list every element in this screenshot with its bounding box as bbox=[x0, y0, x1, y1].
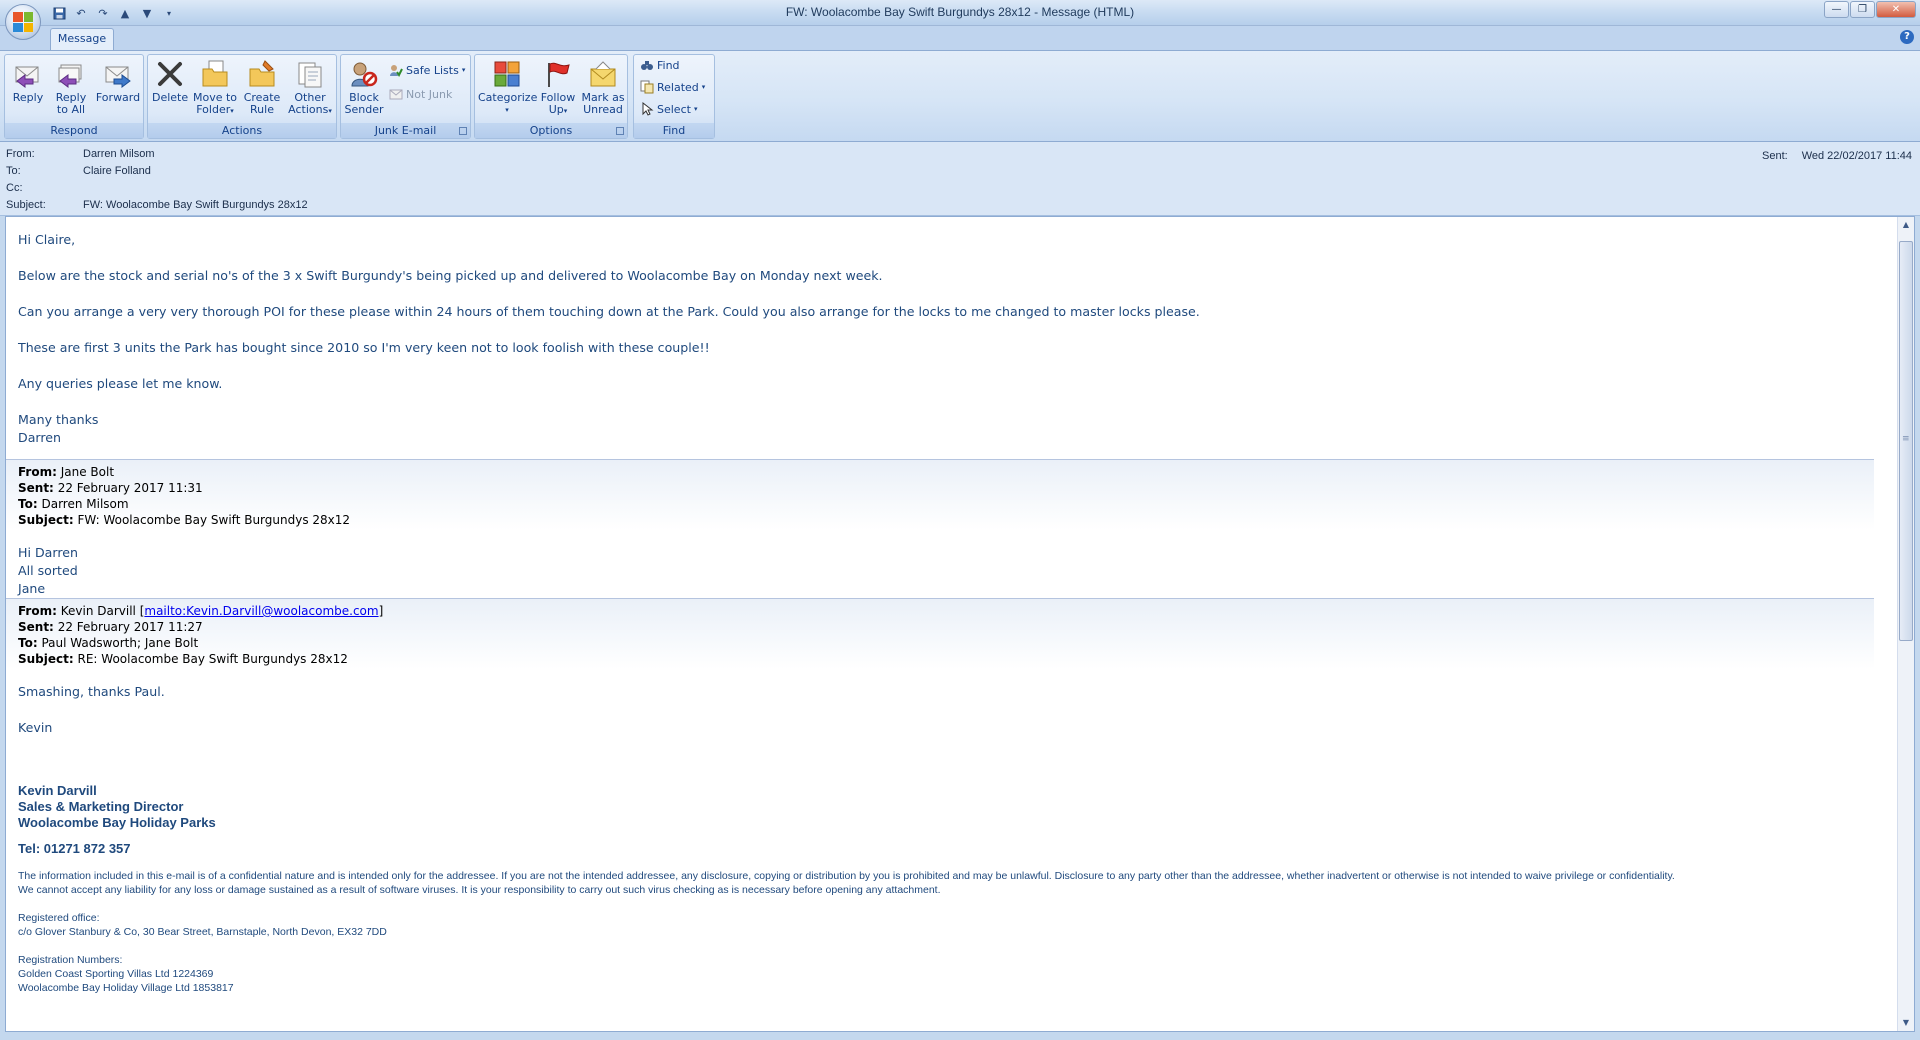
move-to-folder-button[interactable]: Move to Folder▾ bbox=[192, 58, 238, 117]
help-icon[interactable]: ? bbox=[1900, 30, 1914, 44]
title-bar: ↶ ↷ ▲ ▼ ▾ FW: Woolacombe Bay Swift Burgu… bbox=[0, 0, 1920, 26]
tab-message[interactable]: Message bbox=[50, 28, 114, 50]
vertical-scrollbar[interactable]: ▲ ▼ bbox=[1897, 217, 1914, 1031]
follow-up-button[interactable]: Follow Up▾ bbox=[537, 58, 579, 117]
group-respond: Reply Reply to All Forward Respond bbox=[4, 54, 144, 139]
group-junk-email-label: Junk E-mail bbox=[341, 123, 470, 138]
disclaimer: The information included in this e-mail … bbox=[18, 870, 1675, 994]
window-controls: — ❐ ✕ bbox=[1824, 1, 1916, 18]
signature-tel: Tel: 01271 872 357 bbox=[18, 841, 131, 856]
mark-as-unread-button[interactable]: Mark as Unread bbox=[581, 58, 625, 116]
quote2-line-2: Kevin bbox=[18, 720, 53, 735]
delete-icon bbox=[154, 58, 186, 90]
to-value[interactable]: Claire Folland bbox=[83, 165, 151, 177]
reply-all-icon bbox=[55, 58, 87, 90]
subject-value: FW: Woolacombe Bay Swift Burgundys 28x12 bbox=[83, 199, 308, 211]
reply-all-button[interactable]: Reply to All bbox=[51, 58, 91, 116]
signature-block: Kevin Darvill Sales & Marketing Director… bbox=[18, 783, 1878, 857]
minimize-icon[interactable]: — bbox=[1824, 1, 1849, 18]
safe-lists-button[interactable]: Safe Lists ▾ bbox=[389, 61, 465, 79]
group-actions: Delete Move to Folder▾ Create Rule Other… bbox=[147, 54, 337, 139]
window-title: FW: Woolacombe Bay Swift Burgundys 28x12… bbox=[785, 5, 1135, 19]
block-sender-icon bbox=[348, 58, 380, 90]
body-paragraph-3: These are first 3 units the Park has bou… bbox=[18, 340, 710, 355]
reply-button[interactable]: Reply bbox=[9, 58, 47, 104]
delete-button[interactable]: Delete bbox=[152, 58, 188, 104]
group-actions-label: Actions bbox=[148, 123, 336, 138]
quoted-header-2: From: Kevin Darvill [mailto:Kevin.Darvil… bbox=[6, 598, 1874, 669]
kevin-email-link[interactable]: mailto:Kevin.Darvill@woolacombe.com bbox=[144, 604, 378, 618]
categorize-icon bbox=[491, 58, 523, 90]
forward-icon bbox=[102, 58, 134, 90]
group-options: Categorize ▾ Follow Up▾ Mark as Unread O… bbox=[474, 54, 628, 139]
maximize-icon[interactable]: ❐ bbox=[1850, 1, 1875, 18]
reply-icon bbox=[12, 58, 44, 90]
sender-name: Darren bbox=[18, 430, 62, 445]
from-value[interactable]: Darren Milsom bbox=[83, 148, 155, 160]
mark-as-unread-icon bbox=[587, 58, 619, 90]
forward-button[interactable]: Forward bbox=[95, 58, 141, 104]
other-actions-icon bbox=[294, 58, 326, 90]
find-button[interactable]: Find bbox=[640, 56, 680, 74]
create-rule-icon bbox=[246, 58, 278, 90]
quote1-line-3: Jane bbox=[18, 581, 46, 596]
group-options-label: Options bbox=[475, 123, 627, 138]
group-find: Find Related ▾ Select ▾ Find bbox=[633, 54, 715, 139]
message-content: Hi Claire, Below are the stock and seria… bbox=[6, 231, 1878, 995]
other-actions-button[interactable]: Other Actions▾ bbox=[286, 58, 334, 117]
ribbon: Reply Reply to All Forward Respond Delet… bbox=[0, 50, 1920, 142]
office-button[interactable] bbox=[5, 4, 41, 40]
binoculars-icon bbox=[640, 58, 654, 72]
related-button[interactable]: Related ▾ bbox=[640, 78, 705, 96]
block-sender-button[interactable]: Block Sender bbox=[344, 58, 384, 116]
categorize-button[interactable]: Categorize ▾ bbox=[478, 58, 537, 116]
not-junk-icon bbox=[389, 87, 403, 101]
quote1-line-2: All sorted bbox=[18, 563, 78, 578]
follow-up-flag-icon bbox=[542, 58, 574, 90]
junk-email-dialog-launcher-icon[interactable] bbox=[459, 127, 467, 135]
sent-date: Sent: Wed 22/02/2017 11:44 bbox=[1762, 150, 1912, 162]
quoted-header-1: From: Jane Bolt Sent: 22 February 2017 1… bbox=[6, 459, 1874, 530]
message-header: From: Darren Milsom To: Claire Folland C… bbox=[0, 142, 1920, 216]
ribbon-tabs: Message ? bbox=[0, 26, 1920, 50]
group-find-label: Find bbox=[634, 123, 714, 138]
safe-lists-icon bbox=[389, 63, 403, 77]
select-cursor-icon bbox=[640, 102, 654, 116]
message-body[interactable]: Hi Claire, Below are the stock and seria… bbox=[5, 216, 1915, 1032]
quote1-line-1: Hi Darren bbox=[18, 545, 78, 560]
group-junk-email: Block Sender Safe Lists ▾ Not Junk Junk E… bbox=[340, 54, 471, 139]
close-icon[interactable]: ✕ bbox=[1876, 1, 1916, 18]
greeting: Hi Claire, bbox=[18, 232, 76, 247]
office-logo-icon bbox=[13, 12, 33, 32]
body-paragraph-4: Any queries please let me know. bbox=[18, 376, 223, 391]
scroll-up-icon[interactable]: ▲ bbox=[1898, 217, 1914, 233]
not-junk-button[interactable]: Not Junk bbox=[389, 85, 452, 103]
related-icon bbox=[640, 80, 654, 94]
scroll-down-icon[interactable]: ▼ bbox=[1898, 1015, 1914, 1031]
quote2-line-1: Smashing, thanks Paul. bbox=[18, 684, 165, 699]
body-paragraph-1: Below are the stock and serial no's of t… bbox=[18, 268, 883, 283]
select-button[interactable]: Select ▾ bbox=[640, 100, 697, 118]
move-to-folder-icon bbox=[199, 58, 231, 90]
scroll-thumb[interactable] bbox=[1899, 241, 1913, 641]
create-rule-button[interactable]: Create Rule bbox=[242, 58, 282, 116]
signoff: Many thanks bbox=[18, 412, 99, 427]
body-paragraph-2: Can you arrange a very very thorough POI… bbox=[18, 304, 1200, 319]
options-dialog-launcher-icon[interactable] bbox=[616, 127, 624, 135]
group-respond-label: Respond bbox=[5, 123, 143, 138]
